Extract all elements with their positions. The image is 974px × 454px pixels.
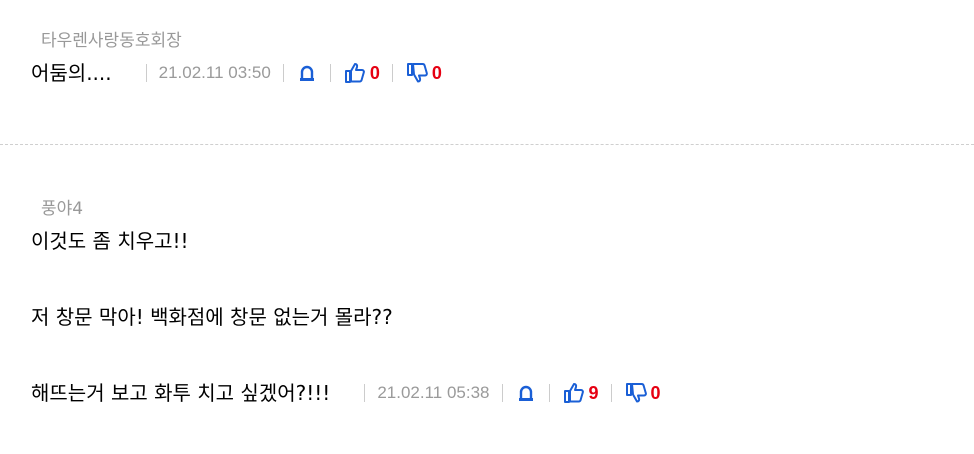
- separator: [391, 64, 393, 82]
- like-button[interactable]: 0: [343, 54, 380, 92]
- comment-item: 타우렌사랑동호회장 어둠의.... 21.02.11 03:50 0 0: [0, 28, 974, 92]
- comment-author[interactable]: 타우렌사랑동호회장: [41, 28, 974, 54]
- dislike-button[interactable]: 0: [405, 54, 442, 92]
- dislike-count: 0: [650, 383, 661, 403]
- siren-icon: [518, 385, 533, 401]
- like-count: 9: [588, 383, 599, 403]
- thumbs-up-icon: [344, 63, 365, 83]
- dislike-button[interactable]: 0: [624, 374, 661, 412]
- separator: [610, 384, 612, 402]
- comment-text: 해뜨는거 보고 화투 치고 싶겠어?!!!: [31, 381, 331, 405]
- dislike-count: 0: [431, 63, 442, 83]
- comment-divider: [0, 144, 974, 145]
- separator: [145, 64, 147, 82]
- report-button[interactable]: [296, 63, 318, 83]
- thumbs-down-icon: [406, 63, 428, 83]
- separator: [282, 64, 284, 82]
- comment-text: 저 창문 막아! 백화점에 창문 없는거 몰라??: [31, 305, 393, 329]
- siren-icon: [299, 65, 314, 81]
- separator: [501, 384, 503, 402]
- comment-date: 21.02.11 03:50: [158, 63, 271, 82]
- like-button[interactable]: 9: [562, 374, 599, 412]
- comment-author[interactable]: 풍야4: [41, 196, 974, 222]
- comment-date: 21.02.11 05:38: [377, 383, 490, 402]
- thumbs-down-icon: [625, 383, 647, 403]
- comment-text: 이것도 좀 치우고!!: [31, 229, 189, 253]
- comment-item: 풍야4 이것도 좀 치우고!! 저 창문 막아! 백화점에 창문 없는거 몰라?…: [0, 196, 974, 412]
- separator: [548, 384, 550, 402]
- like-count: 0: [369, 63, 380, 83]
- comment-text: 어둠의....: [31, 61, 112, 85]
- thumbs-up-icon: [563, 383, 584, 403]
- separator: [329, 64, 331, 82]
- separator: [364, 384, 366, 402]
- report-button[interactable]: [515, 383, 537, 403]
